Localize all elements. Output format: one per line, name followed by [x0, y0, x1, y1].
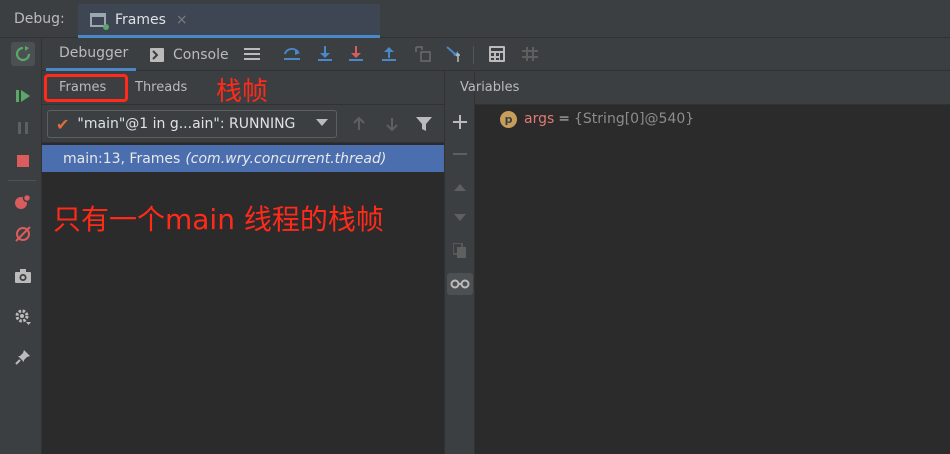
toolbar-divider: [8, 180, 36, 181]
filter-icon[interactable]: [414, 114, 434, 134]
evaluate-icon[interactable]: [487, 44, 507, 64]
subtab-threads[interactable]: Threads: [135, 80, 187, 95]
left-toolbar: [0, 38, 42, 454]
variable-row[interactable]: p args = {String[0]@540}: [500, 109, 694, 129]
trace-icon[interactable]: [520, 44, 540, 64]
step-over-icon[interactable]: [282, 44, 302, 64]
variables-header: Variables: [460, 71, 950, 105]
debug-window-titlebar: Debug: Frames ×: [0, 0, 950, 38]
tab-frames-label: Frames: [115, 11, 166, 28]
arrow-up-icon[interactable]: [349, 114, 369, 134]
thread-check-icon: ✔: [56, 114, 70, 134]
tab-debugger[interactable]: Debugger: [46, 38, 136, 71]
debugger-toolbar: Debugger Console: [42, 38, 950, 71]
duplicate-icon[interactable]: [449, 240, 471, 262]
toolbar-divider: [473, 46, 474, 64]
thread-select-value: "main"@1 in g...ain": RUNNING: [77, 116, 296, 132]
view-breakpoints-icon[interactable]: [11, 190, 35, 214]
rerun-icon[interactable]: [11, 42, 35, 66]
layout-menu-icon[interactable]: [242, 44, 262, 64]
move-up-icon[interactable]: [449, 176, 471, 198]
frames-tab-icon: [90, 12, 109, 30]
frames-panel: Frames Threads 栈帧 ✔ "main"@1 in g...ain"…: [42, 71, 444, 454]
camera-icon[interactable]: [11, 264, 35, 288]
variable-name: args: [524, 111, 555, 127]
frame-method: main:13, Frames: [63, 150, 181, 167]
variables-panel: Variables p args = {String[0]@540}: [460, 71, 950, 454]
tab-frames[interactable]: Frames ×: [78, 4, 380, 38]
run-to-cursor-icon[interactable]: [445, 44, 465, 64]
pause-icon[interactable]: [11, 116, 35, 140]
tab-debugger-label: Debugger: [59, 45, 129, 61]
settings-icon[interactable]: [11, 305, 35, 329]
drop-frame-icon[interactable]: [413, 44, 433, 64]
step-into-icon[interactable]: [315, 44, 335, 64]
tab-console[interactable]: Console: [150, 38, 242, 71]
watches-toolbar: [444, 71, 475, 454]
remove-watch-icon[interactable]: [449, 143, 471, 165]
arrow-down-icon[interactable]: [382, 114, 402, 134]
frames-highlight-box: [44, 74, 128, 102]
force-step-into-icon[interactable]: [346, 44, 366, 64]
console-icon: [150, 47, 164, 62]
annotation-title: 栈帧: [216, 77, 269, 107]
close-icon[interactable]: ×: [176, 12, 188, 28]
glasses-icon[interactable]: [447, 273, 473, 295]
thread-select[interactable]: ✔ "main"@1 in g...ain": RUNNING: [47, 110, 337, 138]
frames-panel-header: Frames Threads 栈帧: [42, 71, 444, 107]
step-out-icon[interactable]: [379, 44, 399, 64]
resume-icon[interactable]: [11, 84, 35, 108]
tab-console-label: Console: [173, 46, 229, 63]
annotation-body: 只有一个main 线程的栈帧: [53, 203, 384, 236]
variable-equals: =: [558, 111, 571, 127]
stop-icon[interactable]: [11, 149, 35, 173]
pin-icon[interactable]: [11, 345, 35, 369]
frame-list-item[interactable]: main:13, Frames (com.wry.concurrent.thre…: [42, 145, 444, 172]
add-watch-icon[interactable]: [449, 111, 471, 133]
mute-breakpoints-icon[interactable]: [11, 222, 35, 246]
variable-value: {String[0]@540}: [574, 111, 695, 127]
parameter-badge-icon: p: [500, 110, 517, 128]
thread-selector-row: ✔ "main"@1 in g...ain": RUNNING: [42, 105, 444, 143]
chevron-down-icon: [316, 119, 328, 126]
frame-package: (com.wry.concurrent.thread): [185, 150, 387, 167]
move-down-icon[interactable]: [449, 207, 471, 229]
variables-title: Variables: [460, 80, 520, 95]
debug-label: Debug:: [14, 11, 65, 27]
